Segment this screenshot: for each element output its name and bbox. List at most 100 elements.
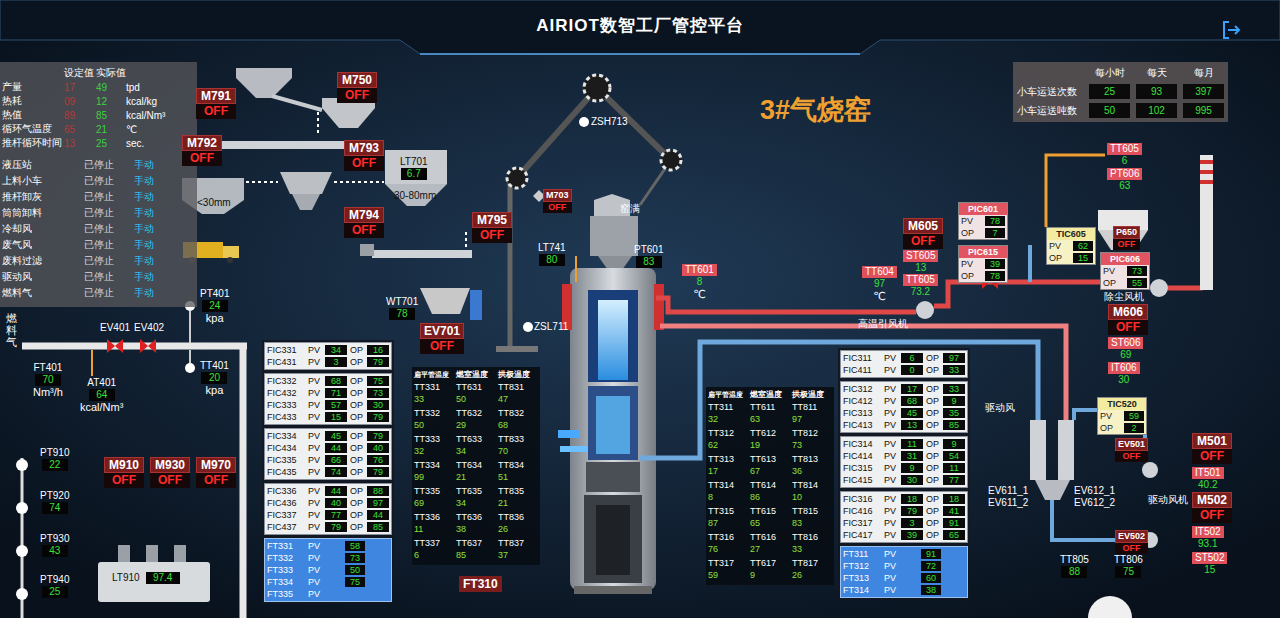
motor-state: OFF <box>344 223 384 238</box>
motor-button[interactable]: M792OFF <box>182 135 222 166</box>
motor-tag: M605 <box>903 218 943 234</box>
instrument-tag: PT910 <box>40 447 69 459</box>
instrument-tag: LT910 <box>112 572 140 584</box>
instrument-value: 24 <box>202 300 228 312</box>
column-header: 每天 <box>1136 66 1177 80</box>
pv-label: PV <box>308 486 322 496</box>
instrument-value: 69 <box>1113 349 1139 361</box>
op-value: 9 <box>943 439 965 449</box>
pipes <box>22 155 1203 618</box>
temperature-tag: TT335 <box>414 485 454 497</box>
fic-tag: FIC337 <box>267 510 305 520</box>
temperature-tag: TT336 <box>414 511 454 523</box>
mode-button[interactable]: 手动 <box>134 286 197 300</box>
pv-value: 91 <box>921 549 941 559</box>
fic-tag: FIC434 <box>267 443 305 453</box>
motor-button[interactable]: EV501OFF <box>1115 438 1148 462</box>
mode-button[interactable]: 手动 <box>134 206 197 220</box>
fic-row: FIC431PV3OP79 <box>267 356 389 368</box>
motor-button[interactable]: M793OFF <box>344 140 384 171</box>
instrument-reading: PT60663 <box>1107 168 1142 192</box>
op-label: OP <box>926 384 940 394</box>
motor-tag: M910 <box>104 457 144 473</box>
instrument-value: 43 <box>42 545 68 557</box>
fic-tag: FIC336 <box>267 486 305 496</box>
temperature-cell: TT61163 <box>750 401 790 427</box>
mode-button[interactable]: 手动 <box>134 222 197 236</box>
motor-tag: M606 <box>1108 304 1148 320</box>
instrument-reading: PT91022 <box>40 447 69 471</box>
pv-value: 68 <box>901 396 923 406</box>
pv-label: PV <box>884 506 898 516</box>
motor-tag: M703 <box>543 189 572 202</box>
fic-tag: FIC312 <box>843 384 881 394</box>
flow-row: FT331PV58 <box>267 540 389 552</box>
motor-button[interactable]: EV502OFF <box>1115 530 1148 554</box>
mode-button[interactable]: 手动 <box>134 174 197 188</box>
instrument-value: 88 <box>1061 566 1087 578</box>
op-label: OP <box>926 494 940 504</box>
pv-label: PV <box>884 408 898 418</box>
motor-button[interactable]: M910OFF <box>104 457 144 488</box>
fic-row: FIC434PV44OP40 <box>267 442 389 454</box>
temperature-tag: TT816 <box>792 531 832 543</box>
motor-button[interactable]: M970OFF <box>196 457 236 488</box>
motor-button[interactable]: M791OFF <box>196 88 236 119</box>
mode-button[interactable]: 手动 <box>134 270 197 284</box>
diagram-label: EV401 <box>100 322 130 334</box>
mode-button[interactable]: 手动 <box>134 254 197 268</box>
motor-button[interactable]: P650OFF <box>1113 226 1140 250</box>
instrument-reading: IT50140.2 <box>1192 467 1224 491</box>
actual-value: 12 <box>96 96 126 107</box>
flow-row: FT311PV91 <box>843 548 965 560</box>
flow-row: FT313PV60 <box>843 572 965 584</box>
temperature-cell: TT31262 <box>708 427 748 453</box>
motor-button[interactable]: M930OFF <box>150 457 190 488</box>
equipment-status: 已停止 <box>84 158 134 172</box>
motor-button[interactable]: M703OFF <box>543 189 572 213</box>
temperature-tag: TT831 <box>498 381 538 393</box>
fic-tag: FIC333 <box>267 400 305 410</box>
fic-row: FIC335PV66OP76 <box>267 454 389 466</box>
op-label: OP <box>926 451 940 461</box>
pv-value: 40 <box>325 498 347 508</box>
pv-label: PV <box>884 353 898 363</box>
mode-button[interactable]: 手动 <box>134 190 197 204</box>
instrument-value: 97 <box>866 278 892 290</box>
motor-tag: M930 <box>150 457 190 473</box>
temperature-cell: TT61627 <box>750 531 790 557</box>
temperature-tag: TT631 <box>456 381 496 393</box>
op-value: 75 <box>367 376 389 386</box>
controller-tag: PIC606 <box>1101 253 1149 265</box>
motor-button[interactable]: M750OFF <box>337 72 377 103</box>
temperature-value: 62 <box>708 439 748 451</box>
temperature-cell: TT83268 <box>498 407 538 433</box>
process-row: 推杆循环时间1325sec. <box>2 136 197 150</box>
op-label: OP <box>350 400 364 410</box>
temperature-tag: TT813 <box>792 453 832 465</box>
pv-value: 11 <box>901 439 923 449</box>
logout-icon[interactable] <box>1220 19 1242 41</box>
pv-value: 50 <box>345 565 365 575</box>
motor-button[interactable]: M794OFF <box>344 207 384 238</box>
motor-button[interactable]: EV701OFF <box>420 323 464 354</box>
pv-value: 75 <box>345 577 365 587</box>
temperature-cell: TT63150 <box>456 381 496 407</box>
fic-tag: FIC412 <box>843 396 881 406</box>
motor-button[interactable]: M501OFF <box>1192 433 1232 464</box>
motor-state: OFF <box>150 473 190 488</box>
motor-button[interactable]: M502OFF <box>1192 492 1232 523</box>
op-label: OP <box>350 443 364 453</box>
temperature-value: 32 <box>708 413 748 425</box>
motor-button[interactable]: M795OFF <box>472 212 512 243</box>
mode-button[interactable]: 手动 <box>134 238 197 252</box>
motor-button[interactable]: M606OFF <box>1108 304 1148 335</box>
pv-value: 15 <box>325 412 347 422</box>
pv-label: PV <box>308 565 322 575</box>
motor-state: OFF <box>543 202 572 213</box>
temperature-cell: TT31587 <box>708 505 748 531</box>
equipment-row: 推杆卸灰已停止手动 <box>2 189 197 205</box>
kiln-body <box>558 194 664 594</box>
instrument-unit: ℃ <box>873 290 885 302</box>
motor-button[interactable]: M605OFF <box>903 218 943 249</box>
